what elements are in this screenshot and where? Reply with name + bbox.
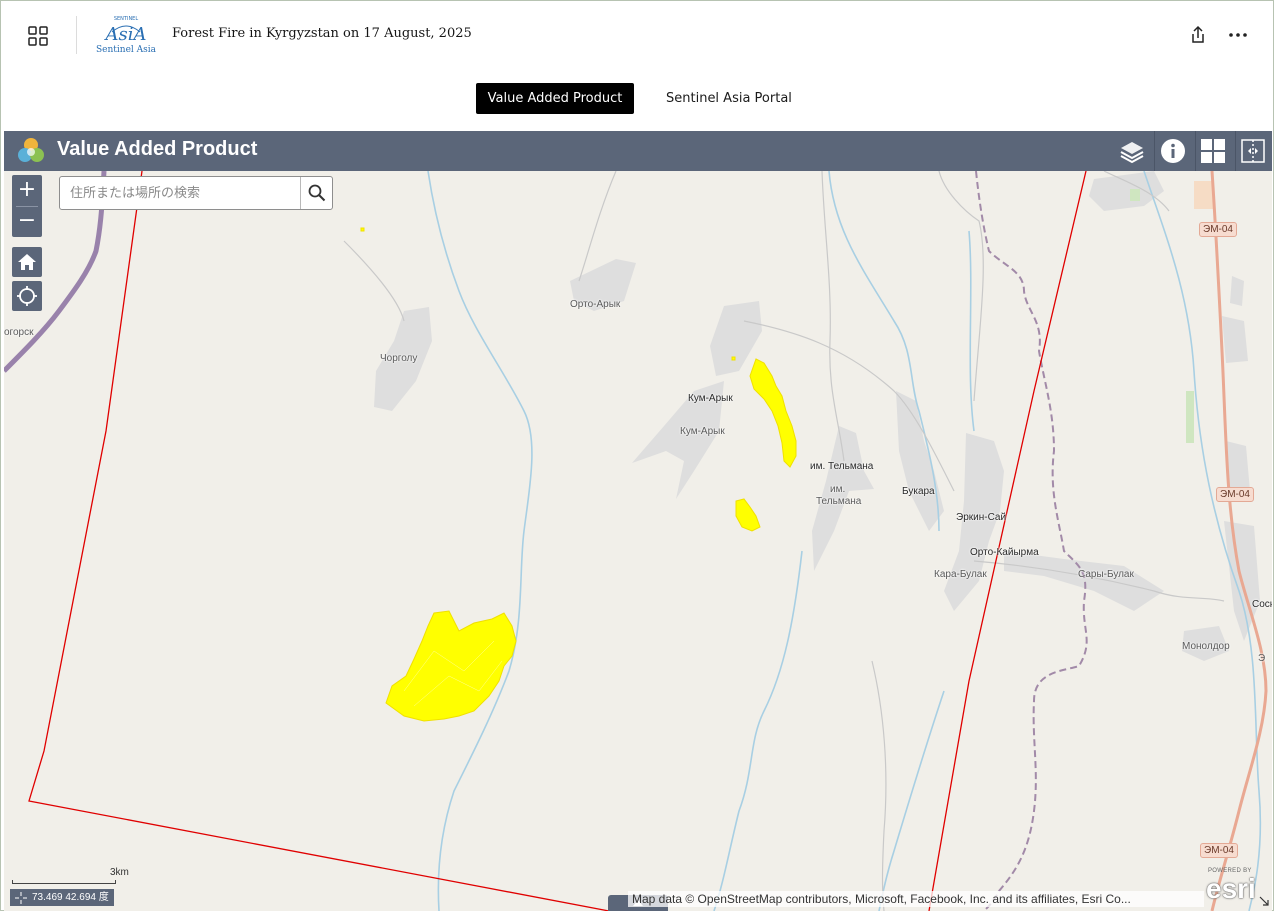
river bbox=[427, 171, 533, 911]
road bbox=[871, 660, 887, 911]
road bbox=[343, 240, 405, 322]
place-label: Монолдор bbox=[1182, 641, 1230, 652]
app-logo-icon bbox=[18, 138, 44, 162]
aoi-boundary bbox=[28, 171, 610, 911]
coordinate-display[interactable]: 73.469 42.694 度 bbox=[10, 889, 114, 906]
map-view[interactable]: Орто-Арык Чорголу Кум-Арык Кум-Арык им. … bbox=[4, 171, 1272, 911]
fire-area bbox=[731, 356, 736, 361]
place-label: Чорголу bbox=[380, 353, 418, 364]
grid-icon bbox=[28, 26, 48, 46]
industrial-area bbox=[1194, 181, 1214, 209]
place-label: огорск bbox=[4, 327, 34, 338]
place-label: им. Тельмана bbox=[810, 461, 874, 472]
resize-handle-icon[interactable] bbox=[1258, 895, 1270, 907]
park-area bbox=[1130, 189, 1140, 201]
sentinel-asia-logo: SENTINEL AsiA Sentinel Asia bbox=[94, 12, 158, 58]
river bbox=[968, 230, 975, 432]
app-header: SENTINEL AsiA Sentinel Asia Forest Fire … bbox=[4, 4, 1272, 67]
esri-logo: POWERED BY esri bbox=[1206, 868, 1266, 908]
basemap-gallery-button[interactable] bbox=[1196, 134, 1230, 168]
place-label: Букара bbox=[902, 486, 935, 497]
share-icon bbox=[1192, 25, 1204, 43]
swipe-button[interactable] bbox=[1236, 134, 1270, 168]
place-label: Тельмана bbox=[816, 496, 862, 507]
tab-value-added-product[interactable]: Value Added Product bbox=[476, 83, 634, 114]
fire-area bbox=[749, 358, 797, 468]
info-icon bbox=[1161, 139, 1185, 163]
webapp-header: Value Added Product bbox=[4, 131, 1272, 171]
logo-text: Sentinel Asia bbox=[95, 45, 156, 55]
sentinel-asia-mark-icon: SENTINEL AsiA bbox=[104, 16, 147, 45]
regional-border bbox=[975, 171, 1088, 911]
road-shield: ЭМ-04 bbox=[1200, 843, 1238, 858]
place-label: Эркин-Сай bbox=[956, 512, 1007, 523]
place-label: Орто-Кайырма bbox=[970, 547, 1039, 558]
about-button[interactable] bbox=[1156, 134, 1190, 168]
scale-bar bbox=[12, 880, 116, 884]
esri-logo-text: esri bbox=[1206, 873, 1256, 904]
search-icon bbox=[308, 184, 326, 202]
fire-area bbox=[735, 498, 761, 532]
logo-small-text: SENTINEL bbox=[114, 16, 139, 22]
road bbox=[821, 171, 845, 462]
urban-area bbox=[1089, 171, 1164, 211]
basemap-gallery-icon bbox=[1201, 139, 1225, 163]
coordinate-text: 73.469 42.694 度 bbox=[32, 892, 109, 903]
layer-list-button[interactable] bbox=[1115, 134, 1149, 168]
tab-sentinel-asia-portal[interactable]: Sentinel Asia Portal bbox=[658, 83, 800, 114]
home-button[interactable] bbox=[12, 247, 42, 277]
search-input[interactable] bbox=[60, 177, 300, 209]
place-label: Орто-Арык bbox=[570, 299, 621, 310]
share-button[interactable] bbox=[1188, 24, 1208, 46]
search-button[interactable] bbox=[300, 177, 333, 209]
webapp-title: Value Added Product bbox=[57, 138, 258, 160]
place-label: Э bbox=[1258, 653, 1266, 664]
header-divider bbox=[76, 16, 77, 54]
river bbox=[713, 550, 803, 911]
crosshair-icon bbox=[15, 892, 27, 904]
fire-area bbox=[360, 227, 365, 232]
zoom-out-button[interactable]: − bbox=[12, 206, 42, 236]
place-label: Сары-Булак bbox=[1078, 569, 1134, 580]
nav-bar: Value Added Product Sentinel Asia Portal bbox=[4, 66, 1272, 130]
place-label: им. bbox=[830, 484, 846, 495]
toolbar-separator bbox=[1154, 131, 1155, 171]
scale-bar-label: 3km bbox=[110, 867, 129, 878]
more-options-button[interactable] bbox=[1226, 24, 1250, 46]
fire-area bbox=[385, 610, 517, 722]
logo-mark-text: AsiA bbox=[104, 24, 147, 45]
home-icon bbox=[18, 254, 36, 270]
basemap-layer bbox=[4, 171, 1268, 911]
layers-icon bbox=[1120, 142, 1144, 164]
locate-icon bbox=[17, 286, 37, 306]
urban-area bbox=[1222, 316, 1248, 363]
urban-area bbox=[1230, 276, 1244, 306]
app-launcher-button[interactable] bbox=[26, 24, 50, 48]
zoom-control: + − bbox=[12, 175, 42, 237]
search-widget bbox=[59, 176, 333, 210]
road bbox=[938, 171, 984, 402]
road-shield: ЭМ-04 bbox=[1216, 487, 1254, 502]
place-label: Кум-Арык bbox=[680, 426, 725, 437]
swipe-icon bbox=[1241, 139, 1265, 163]
ellipsis-icon bbox=[1229, 33, 1247, 37]
road-shield: ЭМ-04 bbox=[1199, 222, 1237, 237]
place-label: Кум-Арык bbox=[688, 393, 733, 404]
place-label: Сосн bbox=[1252, 599, 1272, 610]
page-title: Forest Fire in Kyrgyzstan on 17 August, … bbox=[172, 26, 472, 41]
urban-area bbox=[1004, 551, 1164, 611]
park-area bbox=[1186, 391, 1194, 443]
my-location-button[interactable] bbox=[12, 281, 42, 311]
map-attribution[interactable]: Map data © OpenStreetMap contributors, M… bbox=[628, 891, 1204, 907]
zoom-in-button[interactable]: + bbox=[12, 175, 42, 205]
place-label: Кара-Булак bbox=[934, 569, 987, 580]
